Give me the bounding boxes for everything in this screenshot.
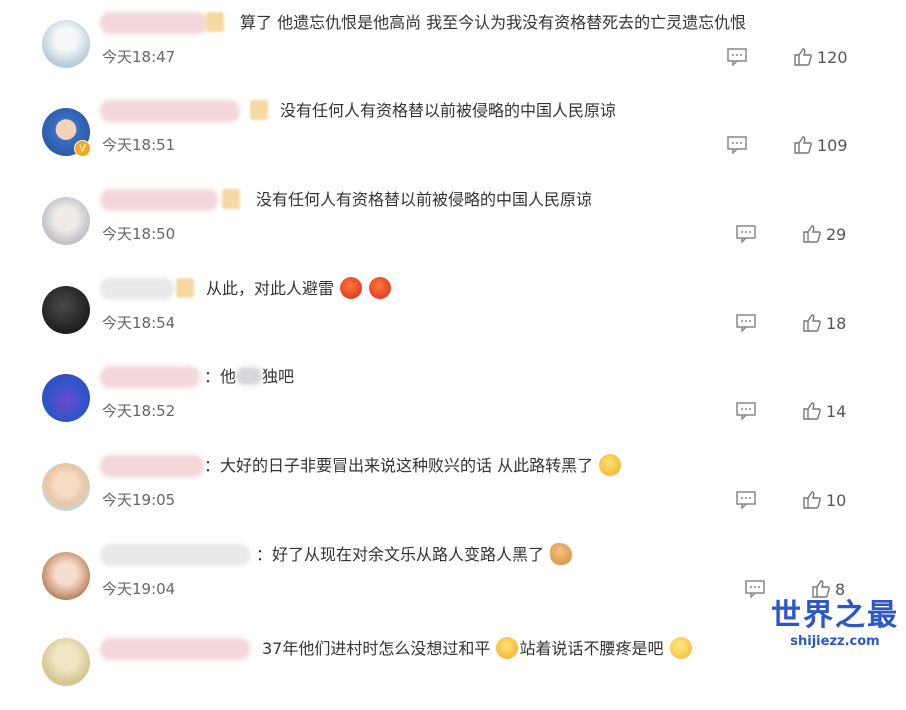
- thumbs-up-icon: [803, 402, 821, 420]
- reply-icon[interactable]: [736, 314, 756, 332]
- comment-text-part: 37年他们进村时怎么没想过和平: [262, 639, 491, 658]
- comment-item: V 没有任何人有资格替以前被侵略的中国人民原谅 今天18:51 109: [0, 88, 906, 176]
- timestamp: 今天18:50: [102, 225, 176, 243]
- thumbs-up-icon: [803, 314, 821, 332]
- avatar[interactable]: [42, 374, 90, 422]
- comment-item: ：他 独吧 今天18:52 14: [0, 354, 906, 442]
- username-blurred[interactable]: [100, 100, 240, 122]
- comment-text: 没有任何人有资格替以前被侵略的中国人民原谅: [256, 190, 593, 209]
- like-button[interactable]: 8: [811, 578, 845, 600]
- comment-text: ：好了从现在对余文乐从路人变路人黑了: [256, 542, 573, 568]
- smile-emoji-icon: [669, 637, 692, 659]
- like-button[interactable]: 14: [802, 400, 846, 422]
- verified-icon: V: [74, 140, 91, 157]
- badge-icon: [176, 278, 194, 298]
- like-button[interactable]: 18: [802, 312, 846, 334]
- username-blurred[interactable]: [100, 544, 250, 566]
- like-button[interactable]: 29: [802, 223, 846, 245]
- comment-item: 没有任何人有资格替以前被侵略的中国人民原谅 今天18:50 29: [0, 177, 906, 265]
- folded-hands-emoji-icon: [550, 543, 573, 565]
- avatar[interactable]: [42, 197, 90, 245]
- comment-text: 算了 他遗忘仇恨是他高尚 我至今认为我没有资格替死去的亡灵遗忘仇恨: [240, 13, 747, 32]
- like-count: 18: [826, 313, 847, 333]
- comment-text-body: 从此，对此人避雷: [206, 279, 335, 298]
- timestamp: 今天19:05: [102, 491, 176, 509]
- watermark-url: shijiezz.com: [790, 634, 880, 649]
- thinking-emoji-icon: [496, 637, 519, 659]
- timestamp: 今天18:47: [102, 48, 176, 66]
- badge-icon: [250, 100, 268, 120]
- angry-emoji-icon: [340, 277, 363, 299]
- timestamp: 今天19:04: [102, 580, 176, 598]
- thumbs-up-icon: [803, 491, 821, 509]
- timestamp: 今天18:52: [102, 402, 176, 420]
- comment-text: 从此，对此人避雷: [206, 276, 392, 302]
- thumbs-up-icon: [812, 580, 830, 598]
- like-count: 10: [826, 490, 847, 510]
- like-count: 29: [826, 224, 847, 244]
- username-blurred[interactable]: [100, 278, 174, 300]
- comment-text-part: 独吧: [262, 367, 295, 386]
- timestamp: 今天18:51: [102, 136, 176, 154]
- blurred-text: [236, 367, 263, 385]
- like-button[interactable]: 120: [793, 46, 848, 68]
- angry-emoji-icon: [369, 277, 392, 299]
- avatar[interactable]: [42, 552, 90, 600]
- username-blurred[interactable]: [100, 189, 218, 211]
- like-count: 8: [835, 579, 846, 599]
- comment-text-body: ：大好的日子非要冒出来说这种败兴的话 从此路转黑了: [204, 456, 594, 475]
- username-blurred[interactable]: [100, 12, 208, 34]
- thumbs-up-icon: [794, 48, 812, 66]
- reply-icon[interactable]: [736, 491, 756, 509]
- watermark: 世界之最 shijiezz.com: [770, 598, 900, 662]
- comment-text: 没有任何人有资格替以前被侵略的中国人民原谅: [280, 101, 617, 120]
- avatar[interactable]: [42, 638, 90, 686]
- comment-item: 从此，对此人避雷 今天18:54 18: [0, 266, 906, 354]
- reply-icon[interactable]: [736, 225, 756, 243]
- comment-item: 算了 他遗忘仇恨是他高尚 我至今认为我没有资格替死去的亡灵遗忘仇恨 今天18:4…: [0, 0, 906, 88]
- thumbs-up-icon: [803, 225, 821, 243]
- badge-icon: [222, 189, 240, 209]
- watermark-title: 世界之最: [771, 598, 899, 633]
- avatar[interactable]: [42, 463, 90, 511]
- like-count: 14: [826, 401, 847, 421]
- like-count: 109: [817, 135, 848, 155]
- badge-icon: [206, 12, 224, 32]
- avatar[interactable]: [42, 20, 90, 68]
- timestamp: 今天18:54: [102, 314, 176, 332]
- like-button[interactable]: 109: [793, 134, 848, 156]
- shocked-emoji-icon: [599, 454, 622, 476]
- comment-text: 37年他们进村时怎么没想过和平 站着说话不腰疼是吧: [262, 636, 693, 662]
- reply-icon[interactable]: [727, 48, 747, 66]
- comment-text: ：他 独吧: [204, 364, 294, 390]
- comment-text-body: ：好了从现在对余文乐从路人变路人黑了: [256, 545, 545, 564]
- comment-text-part: 站着说话不腰疼是吧: [519, 639, 664, 658]
- comment-text-part: ：他: [204, 367, 237, 386]
- like-count: 120: [817, 47, 848, 67]
- like-button[interactable]: 10: [802, 489, 846, 511]
- reply-icon[interactable]: [736, 402, 756, 420]
- thumbs-up-icon: [794, 136, 812, 154]
- username-blurred[interactable]: [100, 638, 250, 660]
- username-blurred[interactable]: [100, 455, 204, 477]
- reply-icon[interactable]: [727, 136, 747, 154]
- comment-text: ：大好的日子非要冒出来说这种败兴的话 从此路转黑了: [204, 453, 622, 479]
- avatar[interactable]: [42, 286, 90, 334]
- reply-icon[interactable]: [745, 580, 765, 598]
- comment-item: ：大好的日子非要冒出来说这种败兴的话 从此路转黑了 今天19:05 10: [0, 443, 906, 531]
- username-blurred[interactable]: [100, 366, 200, 388]
